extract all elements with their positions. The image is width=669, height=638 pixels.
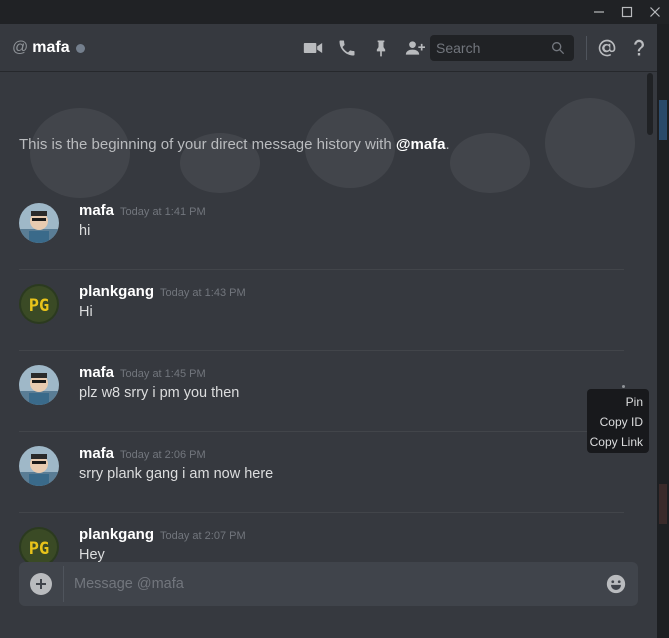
search-icon xyxy=(552,42,565,55)
message-context-menu: Pin Copy ID Copy Link xyxy=(587,389,649,453)
avatar[interactable] xyxy=(19,203,59,243)
message-author[interactable]: mafa Today at 2:06 PM xyxy=(79,445,206,462)
mention-icon[interactable] xyxy=(591,24,623,72)
window-titlebar xyxy=(0,0,669,24)
message-text: Hi xyxy=(79,304,93,320)
message-composer xyxy=(19,562,638,606)
scrollbar[interactable] xyxy=(646,73,654,566)
video-call-icon[interactable] xyxy=(296,24,330,72)
menu-item-copy-link[interactable]: Copy Link xyxy=(587,432,649,452)
message-group[interactable]: PG plankgang Today at 1:43 PM Hi xyxy=(19,270,624,351)
maximize-icon[interactable] xyxy=(613,0,641,24)
message-group[interactable]: mafa Today at 2:06 PM srry plank gang i a… xyxy=(19,432,624,513)
minimize-icon[interactable] xyxy=(585,0,613,24)
message-author[interactable]: plankgang Today at 2:07 PM xyxy=(79,526,246,543)
message-timestamp: Today at 1:43 PM xyxy=(160,287,246,299)
message-author[interactable]: plankgang Today at 1:43 PM xyxy=(79,283,246,300)
voice-call-icon[interactable] xyxy=(330,24,364,72)
message-timestamp: Today at 2:07 PM xyxy=(160,530,246,542)
avatar[interactable] xyxy=(19,446,59,486)
channel-name: mafa xyxy=(32,38,70,56)
avatar[interactable]: PG xyxy=(19,284,59,324)
message-list[interactable]: This is the beginning of your direct mes… xyxy=(0,73,645,566)
pin-icon[interactable] xyxy=(364,24,398,72)
message-author[interactable]: mafa Today at 1:45 PM xyxy=(79,364,206,381)
message-timestamp: Today at 2:06 PM xyxy=(120,449,206,461)
message-author[interactable]: mafa Today at 1:41 PM xyxy=(79,202,206,219)
scrollbar-thumb[interactable] xyxy=(647,73,653,135)
menu-item-copy-id[interactable]: Copy ID xyxy=(587,412,649,432)
message-text: Hey xyxy=(79,547,105,563)
message-timestamp: Today at 1:41 PM xyxy=(120,206,206,218)
message-group[interactable]: PG plankgang Today at 2:07 PM Hey xyxy=(19,513,624,566)
message-text: hi xyxy=(79,223,91,239)
header-divider xyxy=(586,36,587,60)
avatar[interactable]: PG xyxy=(19,527,59,566)
search-input[interactable] xyxy=(436,40,546,56)
upload-button[interactable] xyxy=(19,562,63,606)
add-friend-icon[interactable] xyxy=(398,24,432,72)
header-right-actions xyxy=(586,24,655,72)
message-input[interactable] xyxy=(64,576,594,592)
svg-text:PG: PG xyxy=(29,296,49,316)
dm-history-start: This is the beginning of your direct mes… xyxy=(19,136,450,153)
emoji-icon[interactable] xyxy=(594,562,638,606)
search-box[interactable] xyxy=(430,35,574,61)
close-icon[interactable] xyxy=(641,0,669,24)
message-timestamp: Today at 1:45 PM xyxy=(120,368,206,380)
message-text: srry plank gang i am now here xyxy=(79,466,274,482)
message-group[interactable]: mafa Today at 1:41 PM hi xyxy=(19,189,624,270)
message-text: plz w8 srry i pm you then xyxy=(79,385,240,401)
status-indicator xyxy=(75,44,85,53)
channel-header: @ mafa xyxy=(0,24,657,72)
plus-icon xyxy=(30,573,52,595)
message-group[interactable]: mafa Today at 1:45 PM plz w8 srry i pm yo… xyxy=(19,351,625,432)
at-icon: @ xyxy=(12,38,29,56)
avatar[interactable] xyxy=(19,365,59,405)
header-actions xyxy=(296,24,432,72)
dm-window: @ mafa Search This is the beginning of y… xyxy=(0,24,657,638)
dm-handle: @mafa xyxy=(395,136,446,153)
help-icon[interactable] xyxy=(623,24,655,72)
window-edge xyxy=(657,24,669,638)
menu-item-pin[interactable]: Pin xyxy=(587,392,649,412)
svg-text:PG: PG xyxy=(29,539,49,559)
